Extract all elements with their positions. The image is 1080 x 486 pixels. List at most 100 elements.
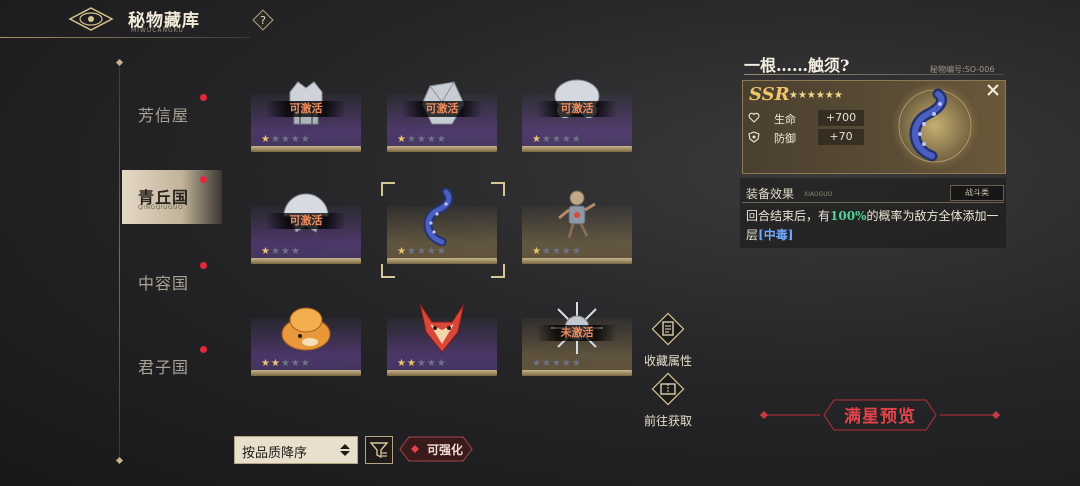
ticket-icon bbox=[651, 372, 685, 406]
relic-card[interactable]: ★★★★★ bbox=[251, 298, 361, 384]
relic-card[interactable]: ★★★★★ 未激活 bbox=[522, 298, 632, 384]
stat-row-hp: 生命 +700 bbox=[748, 110, 864, 128]
effect-text-part: 回合结束后，有 bbox=[746, 209, 831, 223]
star-filled-icon: ★ bbox=[532, 134, 542, 145]
star-empty-icon: ★ bbox=[300, 134, 311, 145]
detail-divider bbox=[744, 74, 1004, 75]
nav-item-junziguo[interactable]: 君子国 bbox=[122, 340, 222, 390]
orange-bun-creature-relic-icon bbox=[276, 298, 336, 358]
relic-shelf bbox=[251, 146, 361, 152]
enhanceable-label: 可强化 bbox=[427, 443, 464, 457]
star-filled-icon: ★ bbox=[406, 358, 417, 369]
star-empty-icon: ★ bbox=[426, 246, 437, 257]
star-empty-icon: ★ bbox=[416, 246, 427, 257]
star-empty-icon: ★ bbox=[541, 358, 552, 369]
activation-status-tag: 未激活 bbox=[537, 325, 617, 341]
star-filled-icon: ★ bbox=[261, 134, 271, 145]
nav-item-zhongrongguo[interactable]: 中容国 bbox=[122, 256, 222, 306]
rarity-label: SSR bbox=[749, 84, 790, 105]
star-empty-icon: ★ bbox=[280, 134, 291, 145]
relic-card[interactable]: ★★★★★ 可激活 bbox=[522, 74, 632, 160]
go-obtain-button[interactable]: 前往获取 bbox=[638, 372, 698, 432]
star-empty-icon: ★ bbox=[280, 246, 291, 257]
nav-item-label: 君子国 bbox=[138, 358, 190, 377]
star-empty-icon: ★ bbox=[561, 134, 572, 145]
selection-corner bbox=[381, 264, 395, 278]
star-empty-icon: ★ bbox=[571, 246, 582, 257]
star-empty-icon: ★ bbox=[406, 246, 417, 257]
sort-arrows-icon bbox=[340, 444, 350, 456]
robot-doll-relic-icon bbox=[547, 186, 607, 246]
star-empty-icon: ★ bbox=[270, 134, 281, 145]
star-empty-icon: ★ bbox=[571, 358, 582, 369]
star-filled-icon: ★ bbox=[397, 246, 407, 257]
star-rating: ★★★★ bbox=[261, 246, 301, 257]
activation-status-tag: 可激活 bbox=[537, 101, 617, 117]
star-filled-icon: ★ bbox=[261, 246, 271, 257]
stat-value: +70 bbox=[818, 129, 864, 145]
filter-icon[interactable] bbox=[365, 436, 393, 464]
relic-card[interactable]: ★★★★★ bbox=[522, 186, 632, 272]
star-empty-icon: ★ bbox=[290, 246, 301, 257]
nav-track-line bbox=[119, 62, 120, 462]
star-empty-icon: ★ bbox=[551, 358, 562, 369]
star-rating: ★★★★★ bbox=[397, 358, 447, 369]
blue-tentacle-relic-icon bbox=[412, 186, 472, 247]
selection-corner bbox=[381, 182, 395, 196]
star-empty-icon: ★ bbox=[290, 134, 301, 145]
star-empty-icon: ★ bbox=[571, 134, 582, 145]
relic-card[interactable]: ★★★★ 可激活 bbox=[251, 186, 361, 272]
sort-dropdown[interactable]: 按品质降序 bbox=[234, 436, 358, 464]
activation-status-tag: 可激活 bbox=[266, 213, 346, 229]
star-empty-icon: ★ bbox=[416, 134, 427, 145]
stat-name: 防御 bbox=[774, 132, 796, 145]
enhanceable-toggle[interactable]: 可强化 bbox=[399, 436, 473, 462]
star-empty-icon: ★ bbox=[426, 358, 437, 369]
svg-text:?: ? bbox=[260, 14, 266, 27]
star-empty-icon: ★ bbox=[436, 134, 447, 145]
notification-dot bbox=[200, 346, 207, 353]
relic-card[interactable]: ★★★★★ 可激活 bbox=[387, 74, 497, 160]
star-filled-icon: ★ bbox=[270, 358, 281, 369]
star-filled-icon: ★ bbox=[397, 358, 407, 369]
star-empty-icon: ★ bbox=[426, 134, 437, 145]
nav-item-label: 中容国 bbox=[138, 274, 190, 293]
star-empty-icon: ★ bbox=[551, 134, 562, 145]
rarity-stars: ★★★★★★ bbox=[789, 90, 843, 101]
notification-dot bbox=[200, 262, 207, 269]
question-icon[interactable]: ? bbox=[252, 9, 274, 31]
relic-shelf bbox=[387, 370, 497, 376]
star-filled-icon: ★ bbox=[397, 134, 407, 145]
full-star-preview-button[interactable]: 满星预览 bbox=[760, 396, 1000, 434]
collect-attributes-button[interactable]: 收藏属性 bbox=[638, 312, 698, 372]
page-subtitle: MIWUCANGKU bbox=[131, 27, 184, 34]
relic-shelf bbox=[251, 258, 361, 264]
nav-track-bottom-diamond bbox=[115, 456, 124, 465]
stat-value: +700 bbox=[818, 110, 864, 126]
effect-status-name: [中毒] bbox=[758, 228, 794, 242]
relic-shelf bbox=[522, 258, 632, 264]
relic-shelf bbox=[387, 258, 497, 264]
relic-shelf bbox=[522, 146, 632, 152]
nav-item-qingqiuguo[interactable]: 青丘国 QINGQIUGUO bbox=[122, 170, 222, 224]
relic-card[interactable]: ★★★★★ bbox=[387, 298, 497, 384]
star-empty-icon: ★ bbox=[561, 358, 572, 369]
nav-item-label: 芳信屋 bbox=[138, 106, 190, 125]
effect-subtitle: XIAOGUO bbox=[804, 191, 833, 198]
fox-mask-relic-icon bbox=[412, 298, 472, 358]
star-empty-icon: ★ bbox=[551, 246, 562, 257]
star-empty-icon: ★ bbox=[280, 358, 291, 369]
star-rating: ★★★★★ bbox=[532, 246, 582, 257]
relic-card[interactable]: ★★★★★ bbox=[381, 182, 505, 278]
relic-shelf bbox=[387, 146, 497, 152]
star-empty-icon: ★ bbox=[532, 358, 542, 369]
star-empty-icon: ★ bbox=[290, 358, 301, 369]
nav-item-fangxinwu[interactable]: 芳信屋 bbox=[122, 88, 222, 138]
activation-status-tag: 可激活 bbox=[266, 101, 346, 117]
notification-dot bbox=[200, 176, 207, 183]
relic-card[interactable]: ★★★★★ 可激活 bbox=[251, 74, 361, 160]
shield-heart-icon bbox=[748, 131, 760, 143]
tentacle-relic-large-art bbox=[891, 82, 979, 170]
close-icon[interactable] bbox=[985, 82, 1001, 98]
nav-item-sublabel: QINGQIUGUO bbox=[138, 204, 184, 211]
